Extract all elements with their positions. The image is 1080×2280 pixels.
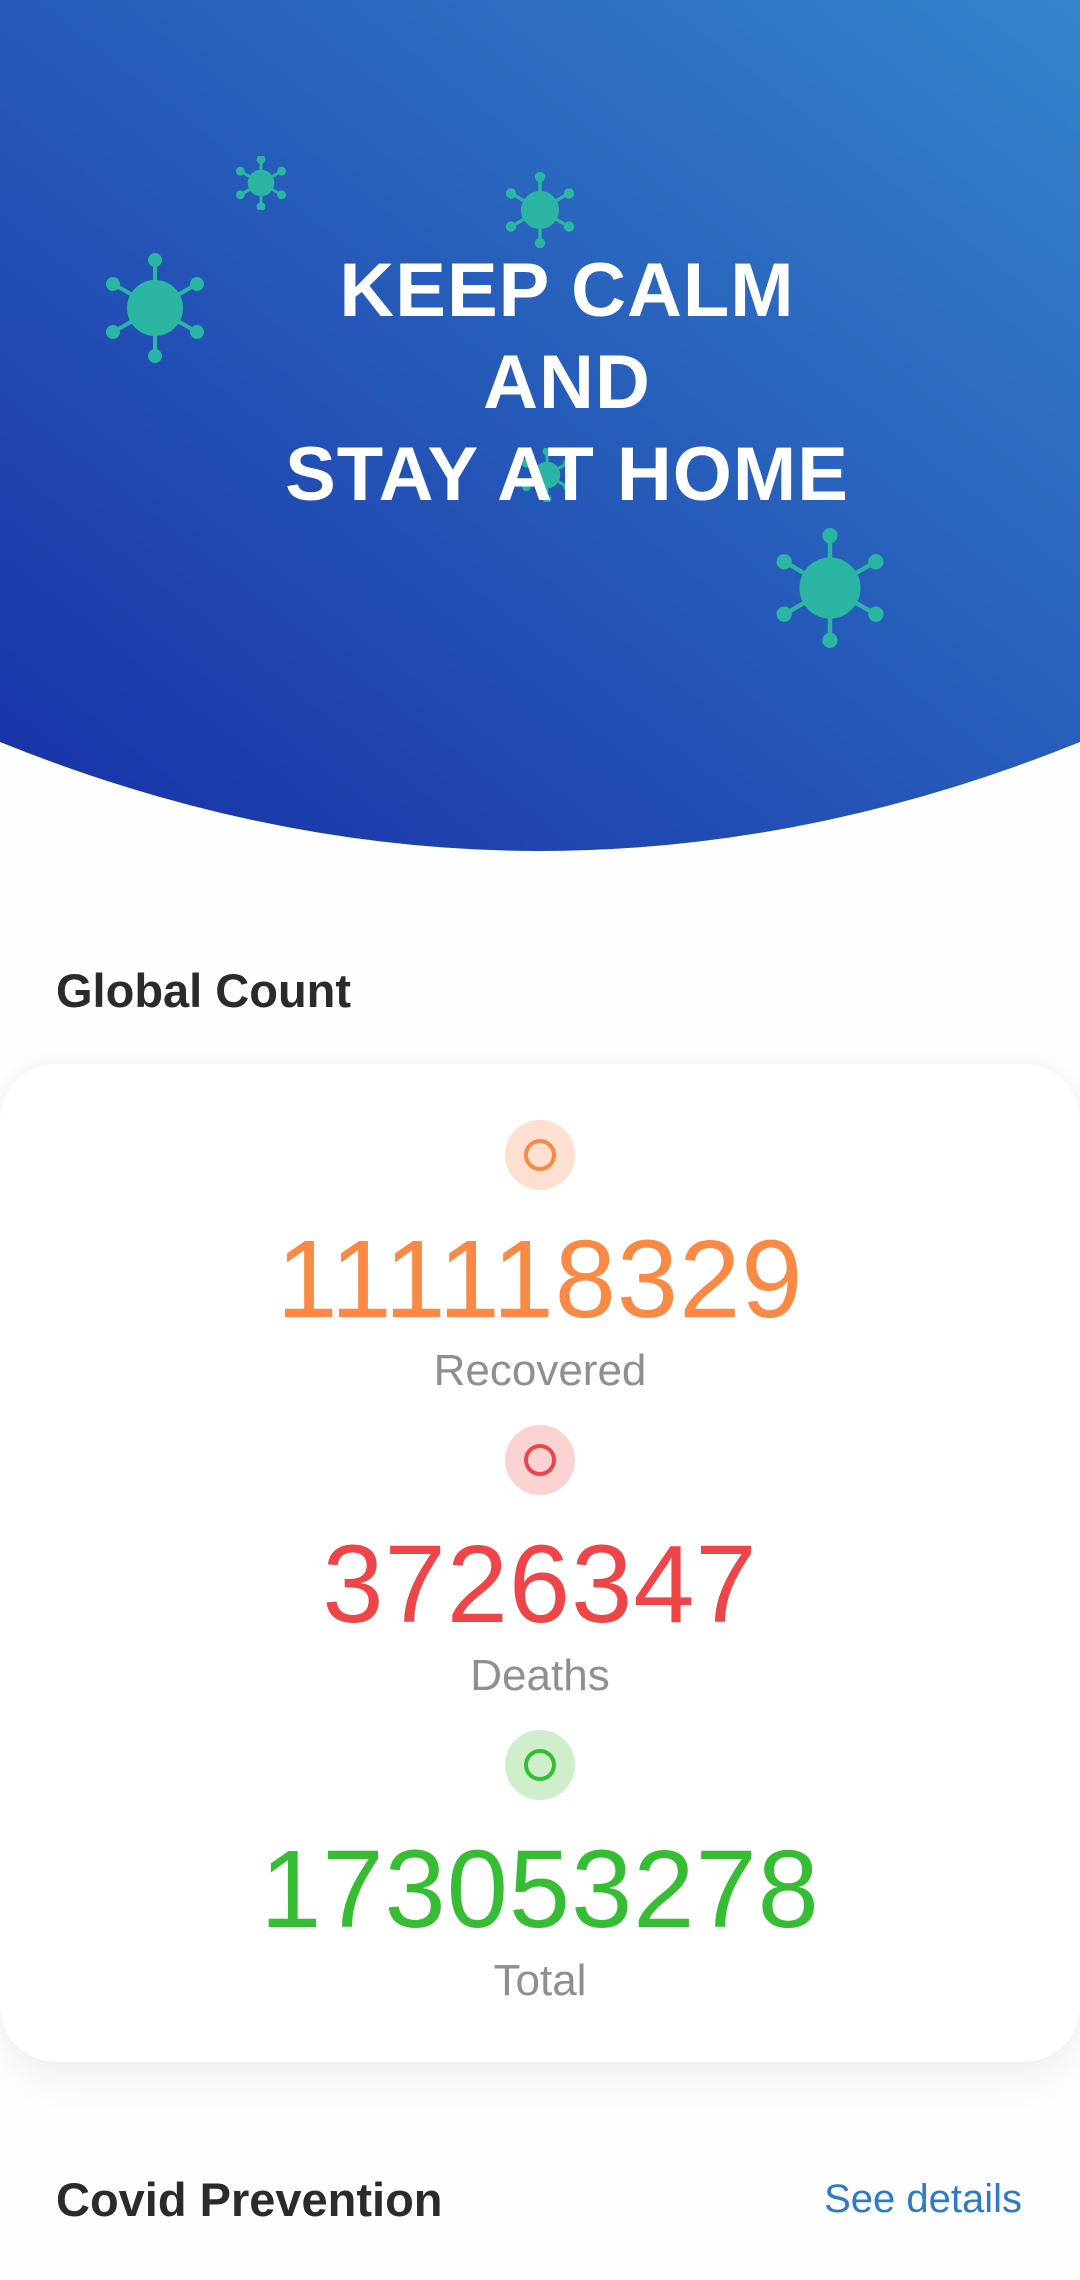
hero-slogan: KEEP CALM AND STAY AT HOME — [200, 245, 934, 521]
hero-line-3: STAY AT HOME — [285, 432, 849, 517]
global-count-card: 111118329 Recovered 3726347 Deaths 17305… — [0, 1064, 1080, 2062]
virus-icon — [776, 528, 884, 648]
global-count-title: Global Count — [56, 964, 352, 1017]
deaths-label: Deaths — [470, 1651, 610, 1700]
total-count: 173053278 — [260, 1828, 820, 1951]
virus-icon — [235, 156, 287, 210]
hero-banner: KEEP CALM AND STAY AT HOME — [0, 0, 1080, 860]
recovered-count: 111118329 — [276, 1218, 804, 1341]
deaths-indicator-icon — [505, 1425, 575, 1495]
recovered-label: Recovered — [433, 1346, 647, 1395]
total-indicator-icon — [505, 1730, 575, 1800]
screen: KEEP CALM AND STAY AT HOME Global Count … — [0, 0, 1080, 2280]
see-details-link[interactable]: See details — [824, 2177, 1022, 2222]
virus-icon — [505, 172, 575, 248]
recovered-indicator-icon — [505, 1120, 575, 1190]
virus-icon — [106, 253, 204, 363]
deaths-count: 3726347 — [322, 1523, 758, 1646]
total-label: Total — [493, 1956, 587, 2005]
covid-prevention-title: Covid Prevention — [56, 2173, 443, 2226]
hero-line-1: KEEP CALM — [339, 248, 795, 333]
hero-line-2: AND — [483, 340, 651, 425]
